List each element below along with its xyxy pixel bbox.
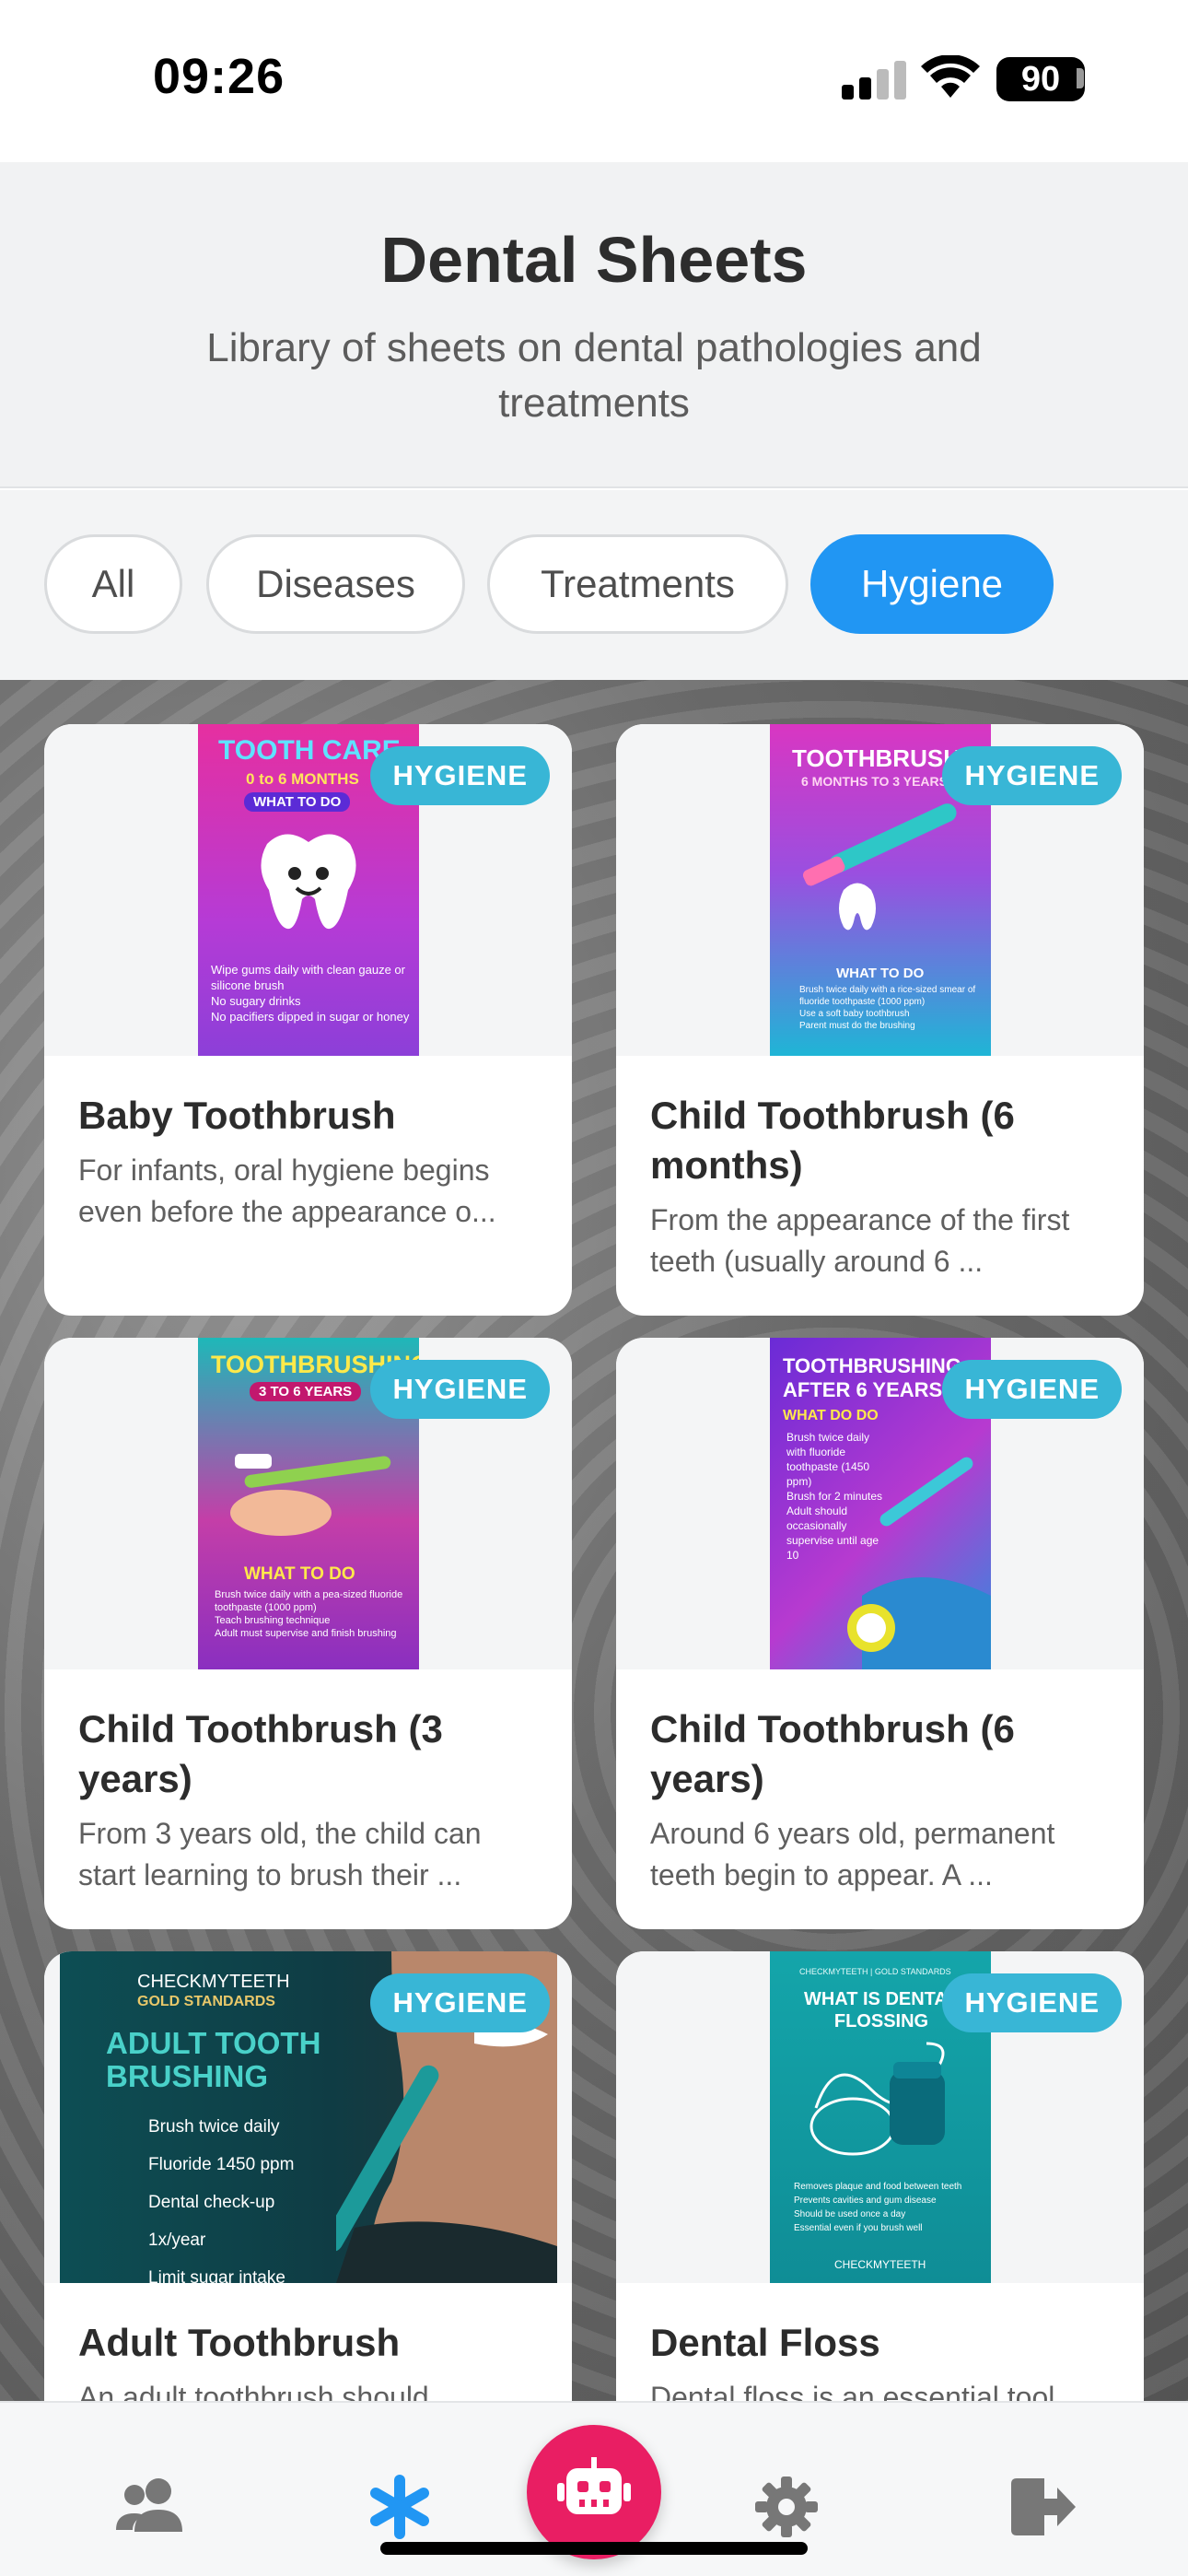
robot-assistant-button[interactable] [527, 2425, 661, 2559]
battery-tip [1077, 68, 1084, 88]
filter-chip-diseases[interactable]: Diseases [206, 534, 465, 634]
toothbrush-icon [230, 1454, 391, 1536]
card-media: TOOTHBRUSHING- AFTER 6 YEARS WHAT DO DO … [616, 1338, 1144, 1669]
card-media: TOOTH CARE 0 to 6 MONTHS WHAT TO DO Wipe… [44, 724, 572, 1056]
status-bar: 09:26 90 [0, 0, 1188, 162]
page-subtitle: Library of sheets on dental pathologies … [206, 325, 982, 426]
category-badge: HYGIENE [370, 746, 550, 805]
card-title: Child Toothbrush (3 years) [78, 1707, 443, 1800]
card-media: TOOTHBRUSHING 6 MONTHS TO 3 YEARS WHAT T… [616, 724, 1144, 1056]
filter-chip-treatments[interactable]: Treatments [487, 534, 788, 634]
child-with-toothbrush-icon [847, 1457, 991, 1669]
floss-container-icon [809, 2042, 945, 2156]
sheets-grid: TOOTH CARE 0 to 6 MONTHS WHAT TO DO Wipe… [0, 680, 1188, 2401]
card-title: Baby Toothbrush [78, 1094, 396, 1137]
people-icon[interactable] [112, 2475, 186, 2539]
card-description: For infants, oral hygiene begins even be… [78, 1153, 496, 1228]
sheet-card-child-toothbrush-3-years[interactable]: TOOTHBRUSHING 3 TO 6 YEARS WHAT TO DO Br… [44, 1338, 572, 1929]
sheet-card-child-toothbrush-6-months[interactable]: TOOTHBRUSHING 6 MONTHS TO 3 YEARS WHAT T… [616, 724, 1144, 1316]
card-title: Dental Floss [650, 2321, 880, 2364]
card-description: Around 6 years old, permanent teeth begi… [650, 1817, 1055, 1891]
category-badge: HYGIENE [942, 1360, 1122, 1419]
filter-bar: All Diseases Treatments Hygiene [0, 490, 1188, 680]
card-title: Adult Toothbrush [78, 2321, 401, 2364]
card-description: An adult toothbrush should ... [78, 2381, 462, 2401]
gear-icon[interactable] [750, 2475, 823, 2539]
filter-chip-all[interactable]: All [44, 534, 182, 634]
card-title: Child Toothbrush (6 months) [650, 1094, 1015, 1187]
asterisk-icon[interactable] [363, 2475, 437, 2539]
card-description: From 3 years old, the child can start le… [78, 1817, 482, 1891]
card-media: CHECKMYTEETH | GOLD STANDARDS WHAT IS DE… [616, 1951, 1144, 2283]
battery-icon: 90 [996, 57, 1085, 101]
card-title: Child Toothbrush (6 years) [650, 1707, 1015, 1800]
category-badge: HYGIENE [942, 1973, 1122, 2032]
logout-icon[interactable] [1004, 2475, 1077, 2539]
sheet-card-dental-floss[interactable]: CHECKMYTEETH | GOLD STANDARDS WHAT IS DE… [616, 1951, 1144, 2401]
sheet-card-adult-toothbrush[interactable]: CHECKMYTEETH GOLD STANDARDS ADULT TOOTH … [44, 1951, 572, 2401]
page-title: Dental Sheets [380, 224, 808, 296]
card-description: Dental floss is an essential tool ... [650, 2381, 1088, 2401]
filter-chip-hygiene[interactable]: Hygiene [810, 534, 1054, 634]
robot-icon [557, 2457, 631, 2514]
card-media: TOOTHBRUSHING 3 TO 6 YEARS WHAT TO DO Br… [44, 1338, 572, 1669]
sheet-card-baby-toothbrush[interactable]: TOOTH CARE 0 to 6 MONTHS WHAT TO DO Wipe… [44, 724, 572, 1316]
status-time: 09:26 [153, 49, 285, 104]
toothbrush-icon [802, 803, 957, 931]
tooth-icon [261, 834, 356, 930]
category-badge: HYGIENE [370, 1360, 550, 1419]
page-header: Dental Sheets Library of sheets on denta… [0, 162, 1188, 488]
card-media: CHECKMYTEETH GOLD STANDARDS ADULT TOOTH … [44, 1951, 572, 2283]
category-badge: HYGIENE [370, 1973, 550, 2032]
home-indicator [380, 2542, 808, 2555]
card-description: From the appearance of the first teeth (… [650, 1203, 1070, 1278]
sheet-card-child-toothbrush-6-years[interactable]: TOOTHBRUSHING- AFTER 6 YEARS WHAT DO DO … [616, 1338, 1144, 1929]
wifi-icon [921, 55, 980, 98]
cellular-signal-icon [842, 61, 906, 100]
category-badge: HYGIENE [942, 746, 1122, 805]
